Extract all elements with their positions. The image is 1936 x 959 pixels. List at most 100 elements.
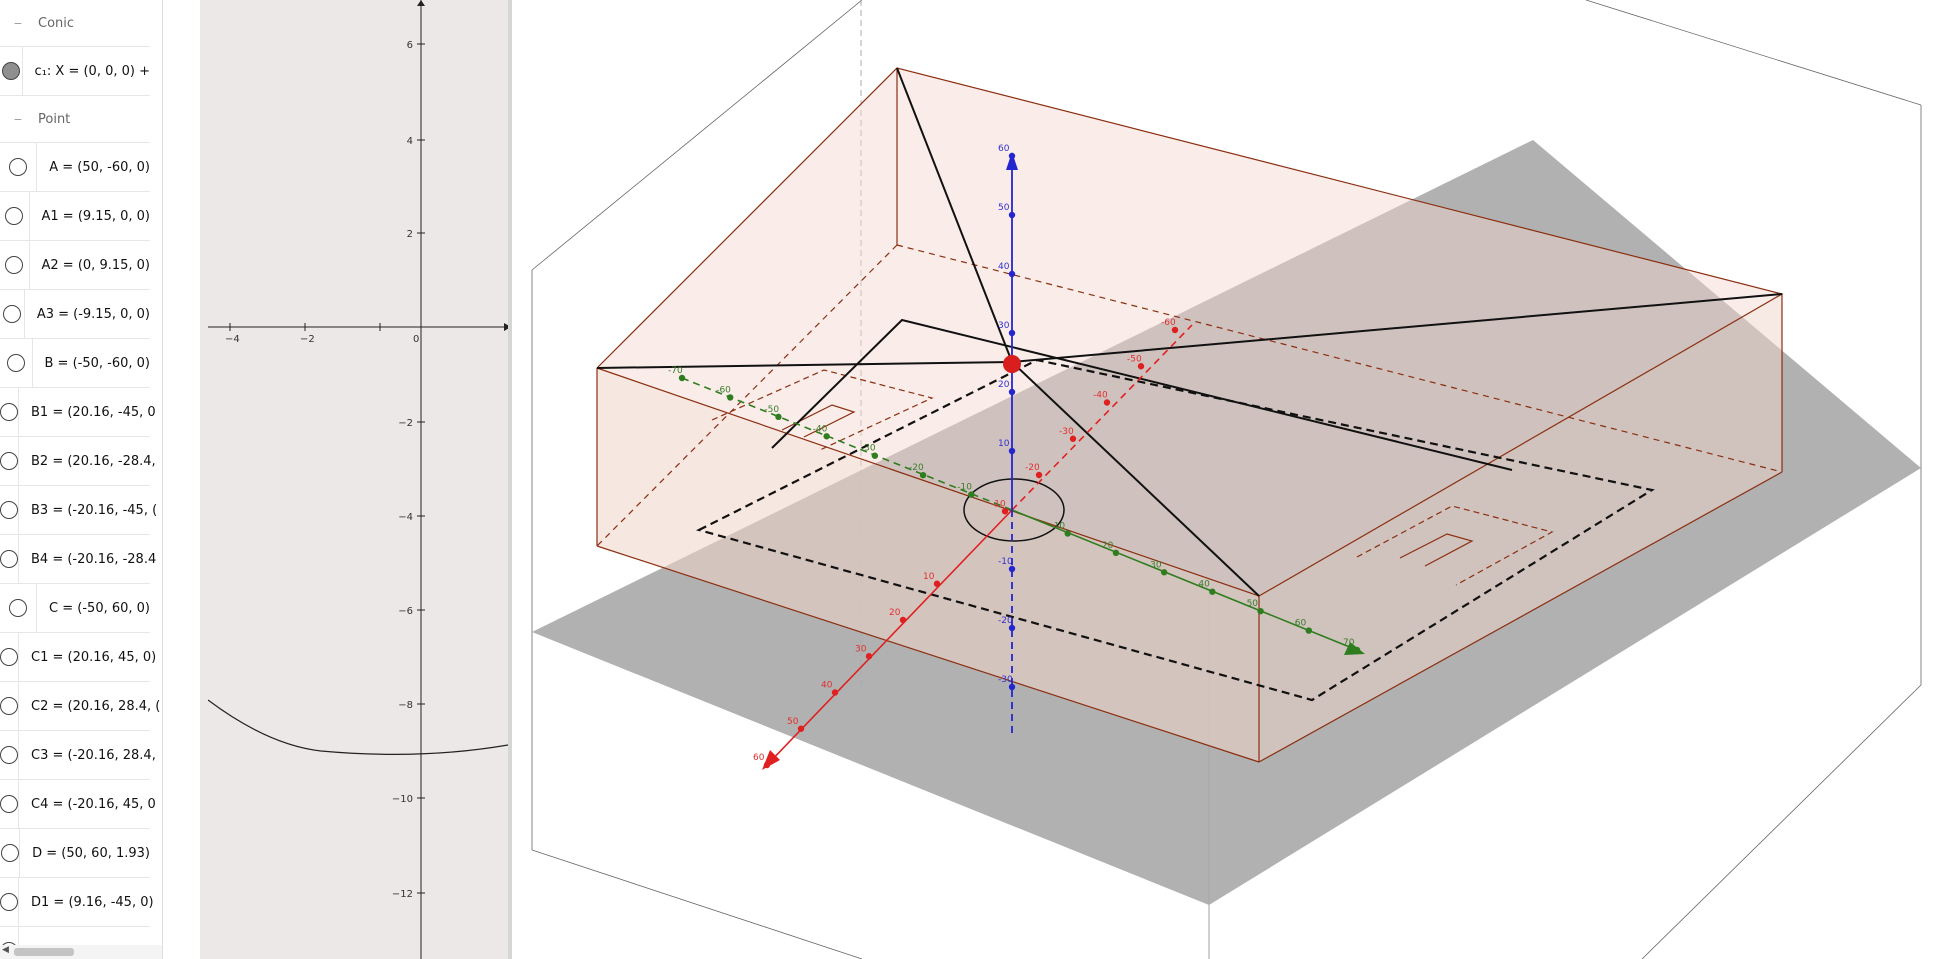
visibility-toggle[interactable] (0, 388, 19, 436)
algebra-item[interactable]: B = (-50, -60, 0) (0, 339, 150, 388)
collapse-icon[interactable]: − (12, 113, 24, 126)
visibility-toggle[interactable] (0, 143, 38, 191)
algebra-expression[interactable]: C4 = (-20.16, 45, 0 (31, 797, 156, 812)
visibility-circle-icon[interactable] (9, 599, 28, 617)
visibility-toggle[interactable] (0, 290, 25, 338)
point-top-center[interactable] (1003, 355, 1021, 373)
algebra-expression[interactable]: A3 = (-9.15, 0, 0) (37, 307, 150, 322)
group-header-conic[interactable]: − Conic (0, 0, 150, 47)
algebra-item[interactable]: A2 = (0, 9.15, 0) (0, 241, 150, 290)
visibility-circle-icon[interactable] (0, 893, 18, 911)
visibility-toggle[interactable] (0, 535, 19, 583)
delete-icon[interactable] (160, 637, 162, 657)
algebra-expression[interactable]: c₁: X = (0, 0, 0) + (35, 64, 150, 79)
algebra-item[interactable]: C = (-50, 60, 0) (0, 584, 150, 633)
algebra-item[interactable]: D = (50, 60, 1.93) (0, 829, 150, 878)
algebra-expression[interactable]: D = (50, 60, 1.93) (32, 846, 150, 861)
algebra-expression[interactable]: C2 = (20.16, 28.4, ( (31, 699, 160, 714)
graphics-view-2d[interactable]: −4 −2 0 6 4 2 −2 −4 −6 −8 −10 −12 (208, 0, 512, 959)
delete-icon[interactable] (160, 490, 162, 510)
algebra-horizontal-scrollbar[interactable]: ◀ ▶ (0, 945, 162, 959)
scrollbar-thumb[interactable] (14, 948, 74, 956)
visibility-toggle[interactable] (0, 878, 19, 926)
algebra-expression[interactable]: A2 = (0, 9.15, 0) (42, 258, 150, 273)
algebra-item[interactable]: B3 = (-20.16, -45, ( (0, 486, 157, 535)
delete-icon[interactable] (160, 539, 162, 559)
y-axis-tick-label: 50 (1247, 599, 1259, 609)
algebra-expression[interactable]: B4 = (-20.16, -28.4 (31, 552, 156, 567)
visibility-circle-icon[interactable] (0, 648, 18, 666)
algebra-expression[interactable]: D1 = (9.16, -45, 0) (31, 895, 154, 910)
visibility-circle-icon[interactable] (0, 746, 18, 764)
visibility-circle-icon[interactable] (5, 207, 24, 225)
group-header-point[interactable]: − Point (0, 96, 150, 143)
visibility-circle-icon[interactable] (0, 452, 18, 470)
algebra-item[interactable]: D1 = (9.16, -45, 0) (0, 878, 154, 927)
visibility-toggle[interactable] (0, 682, 19, 730)
graphics-view-3d[interactable]: -60 -50 -40 -30 -20 -10 10 20 30 40 50 60 -70 -60 -50 -… (512, 0, 1936, 959)
delete-icon[interactable] (160, 882, 162, 902)
delete-icon[interactable] (160, 51, 162, 71)
algebra-expression[interactable]: C1 = (20.16, 45, 0) (31, 650, 156, 665)
visibility-circle-icon[interactable] (0, 795, 18, 813)
delete-icon[interactable] (160, 343, 162, 363)
visibility-circle-icon[interactable] (6, 354, 25, 372)
algebra-item[interactable]: A1 = (9.15, 0, 0) (0, 192, 150, 241)
visibility-circle-icon[interactable] (1, 62, 20, 80)
delete-icon[interactable] (160, 245, 162, 265)
delete-icon[interactable] (160, 735, 162, 755)
algebra-item[interactable]: A3 = (-9.15, 0, 0) (0, 290, 150, 339)
graphics-3d-canvas[interactable]: -60 -50 -40 -30 -20 -10 10 20 30 40 50 60 -70 -60 -50 -… (512, 0, 1936, 959)
delete-icon[interactable] (160, 588, 162, 608)
visibility-toggle[interactable] (0, 486, 19, 534)
visibility-circle-icon[interactable] (0, 403, 18, 421)
visibility-toggle[interactable] (0, 633, 19, 681)
delete-icon[interactable] (160, 196, 162, 216)
algebra-expression[interactable]: C3 = (-20.16, 28.4, (31, 748, 156, 763)
visibility-toggle[interactable] (0, 339, 33, 387)
visibility-toggle[interactable] (0, 437, 19, 485)
visibility-toggle[interactable] (0, 192, 30, 240)
conic-arc[interactable] (208, 699, 508, 755)
algebra-expression[interactable]: C = (-50, 60, 0) (49, 601, 150, 616)
algebra-item[interactable]: C3 = (-20.16, 28.4, (0, 731, 156, 780)
visibility-circle-icon[interactable] (9, 158, 28, 176)
delete-icon[interactable] (160, 833, 162, 853)
view-divider[interactable] (200, 0, 208, 959)
algebra-item[interactable]: B4 = (-20.16, -28.4 (0, 535, 156, 584)
algebra-item[interactable]: C1 = (20.16, 45, 0) (0, 633, 156, 682)
graphics-2d-canvas[interactable]: −4 −2 0 6 4 2 −2 −4 −6 −8 −10 −12 (208, 0, 508, 959)
scroll-left-arrow-icon[interactable]: ◀ (2, 945, 9, 955)
delete-icon[interactable] (160, 294, 162, 314)
algebra-item[interactable]: B1 = (20.16, -45, 0 (0, 388, 156, 437)
algebra-expression[interactable]: B1 = (20.16, -45, 0 (31, 405, 156, 420)
visibility-circle-icon[interactable] (2, 305, 21, 323)
visibility-toggle[interactable] (0, 584, 38, 632)
delete-icon[interactable] (160, 784, 162, 804)
delete-icon[interactable] (160, 441, 162, 461)
visibility-toggle[interactable] (0, 829, 21, 877)
visibility-circle-icon[interactable] (5, 256, 24, 274)
algebra-item[interactable]: B2 = (20.16, -28.4, (0, 437, 156, 486)
visibility-toggle[interactable] (0, 731, 19, 779)
algebra-expression[interactable]: A1 = (9.15, 0, 0) (42, 209, 150, 224)
algebra-expression[interactable]: B = (-50, -60, 0) (45, 356, 151, 371)
algebra-expression[interactable]: A = (50, -60, 0) (49, 160, 150, 175)
delete-icon[interactable] (160, 392, 162, 412)
delete-icon[interactable] (160, 686, 162, 706)
visibility-circle-icon[interactable] (0, 550, 18, 568)
collapse-icon[interactable]: − (12, 17, 24, 30)
visibility-toggle[interactable] (0, 241, 30, 289)
visibility-circle-icon[interactable] (0, 697, 18, 715)
visibility-toggle[interactable] (0, 47, 23, 95)
algebra-item[interactable]: C4 = (-20.16, 45, 0 (0, 780, 156, 829)
visibility-circle-icon[interactable] (0, 844, 19, 862)
algebra-item[interactable]: c₁: X = (0, 0, 0) + (0, 47, 150, 96)
visibility-circle-icon[interactable] (0, 501, 18, 519)
algebra-expression[interactable]: B3 = (-20.16, -45, ( (31, 503, 157, 518)
algebra-item[interactable]: C2 = (20.16, 28.4, ( (0, 682, 160, 731)
visibility-toggle[interactable] (0, 780, 19, 828)
algebra-expression[interactable]: B2 = (20.16, -28.4, (31, 454, 156, 469)
delete-icon[interactable] (160, 147, 162, 167)
algebra-item[interactable]: A = (50, -60, 0) (0, 143, 150, 192)
